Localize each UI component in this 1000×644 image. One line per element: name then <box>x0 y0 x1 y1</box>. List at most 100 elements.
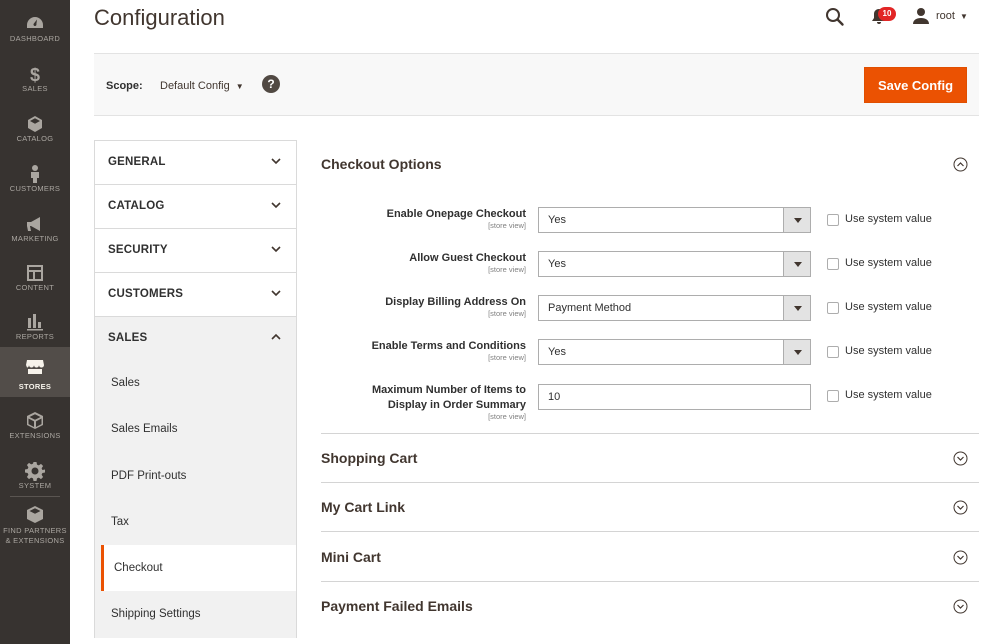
save-config-button[interactable]: Save Config <box>864 67 967 103</box>
chevron-down-icon <box>271 290 281 297</box>
scope-bar: Scope: Default Config ▼ ? Save Config <box>94 53 979 116</box>
subtab-tax[interactable]: Tax <box>95 499 296 545</box>
section-my-cart-link[interactable]: My Cart Link <box>321 499 405 515</box>
section-shopping-cart[interactable]: Shopping Cart <box>321 450 417 466</box>
section-mini-cart[interactable]: Mini Cart <box>321 549 381 565</box>
field-label: Allow Guest Checkout <box>409 252 526 264</box>
tab-sales[interactable]: SALES <box>94 316 297 360</box>
section-payment-failed-emails[interactable]: Payment Failed Emails <box>321 598 473 614</box>
bar-chart-icon <box>0 306 70 332</box>
section-divider <box>321 531 979 532</box>
menu-label-line2: & EXTENSIONS <box>5 536 65 545</box>
user-name: root <box>936 10 955 22</box>
subtab-pdf-print-outs[interactable]: PDF Print-outs <box>95 453 296 499</box>
menu-item-sales[interactable]: $ SALES <box>0 58 70 108</box>
menu-item-extensions[interactable]: EXTENSIONS <box>0 405 70 455</box>
menu-item-system[interactable]: SYSTEM <box>0 455 70 505</box>
select-value: Payment Method <box>548 302 632 314</box>
admin-menu: DASHBOARD $ SALES CATALOG CUSTOMERS MARK… <box>0 0 70 644</box>
tab-label: GENERAL <box>108 156 166 168</box>
menu-item-customers[interactable]: CUSTOMERS <box>0 158 70 208</box>
field-label: Display Billing Address On <box>385 296 526 308</box>
menu-label: MARKETING <box>11 234 59 243</box>
use-system-value-label[interactable]: Use system value <box>845 257 932 269</box>
menu-label: CUSTOMERS <box>9 184 61 193</box>
subtab-sales-emails[interactable]: Sales Emails <box>95 406 296 452</box>
allow-guest-checkout-select[interactable]: Yes <box>538 251 811 277</box>
menu-item-catalog[interactable]: CATALOG <box>0 108 70 158</box>
dollar-icon: $ <box>0 58 70 85</box>
tab-customers[interactable]: CUSTOMERS <box>94 272 297 316</box>
caret-down-icon: ▼ <box>235 82 244 91</box>
gear-icon <box>0 455 70 481</box>
scope-switcher[interactable]: Default Config ▼ <box>160 80 244 92</box>
subtab-shipping-settings[interactable]: Shipping Settings <box>95 591 296 637</box>
section-checkout-options[interactable]: Checkout Options <box>321 156 442 172</box>
expand-circle-icon[interactable] <box>953 599 968 614</box>
collapse-circle-icon[interactable] <box>953 157 968 172</box>
field-scope: [store view] <box>488 412 526 421</box>
section-divider <box>321 581 979 582</box>
max-items-input[interactable]: 10 <box>538 384 811 410</box>
menu-item-marketing[interactable]: MARKETING <box>0 208 70 258</box>
menu-label: DASHBOARD <box>9 34 61 43</box>
expand-circle-icon[interactable] <box>953 500 968 515</box>
use-system-value-label[interactable]: Use system value <box>845 213 932 225</box>
expand-circle-icon[interactable] <box>953 550 968 565</box>
subtab-sales[interactable]: Sales <box>95 360 296 406</box>
dropdown-arrow-icon <box>783 340 810 364</box>
section-divider <box>321 482 979 483</box>
menu-label: STORES <box>18 382 52 391</box>
layout-icon <box>0 257 70 283</box>
chevron-down-icon <box>271 246 281 253</box>
use-system-value-label[interactable]: Use system value <box>845 389 932 401</box>
tab-general[interactable]: GENERAL <box>94 140 297 184</box>
enable-onepage-checkout-select[interactable]: Yes <box>538 207 811 233</box>
cube-icon <box>0 108 70 134</box>
chevron-down-icon <box>271 202 281 209</box>
select-value: Yes <box>548 346 566 358</box>
use-system-value-label[interactable]: Use system value <box>845 345 932 357</box>
notifications-badge: 10 <box>878 7 896 21</box>
section-divider <box>321 433 979 434</box>
field-label-line2: Display in Order Summary <box>387 399 526 411</box>
use-system-value-checkbox[interactable] <box>827 390 839 402</box>
field-scope: [store view] <box>488 265 526 274</box>
use-system-value-checkbox[interactable] <box>827 346 839 358</box>
use-system-value-checkbox[interactable] <box>827 302 839 314</box>
field-label: Enable Onepage Checkout <box>386 208 526 220</box>
menu-item-find-partners[interactable]: FIND PARTNERS & EXTENSIONS <box>0 505 70 550</box>
menu-item-dashboard[interactable]: DASHBOARD <box>0 8 70 58</box>
svg-text:$: $ <box>30 65 40 84</box>
use-system-value-checkbox[interactable] <box>827 214 839 226</box>
field-scope: [store view] <box>488 221 526 230</box>
enable-terms-select[interactable]: Yes <box>538 339 811 365</box>
select-value: Yes <box>548 214 566 226</box>
menu-label: SYSTEM <box>18 481 52 490</box>
subtab-checkout[interactable]: Checkout <box>101 545 296 592</box>
use-system-value-checkbox[interactable] <box>827 258 839 270</box>
menu-label-line1: FIND PARTNERS <box>3 526 67 535</box>
tab-catalog[interactable]: CATALOG <box>94 184 297 228</box>
dropdown-arrow-icon <box>783 252 810 276</box>
tab-label: CUSTOMERS <box>108 288 184 300</box>
help-icon[interactable]: ? <box>262 75 280 93</box>
menu-item-stores[interactable]: STORES <box>0 347 70 397</box>
display-billing-address-select[interactable]: Payment Method <box>538 295 811 321</box>
tab-security[interactable]: SECURITY <box>94 228 297 272</box>
menu-item-content[interactable]: CONTENT <box>0 257 70 307</box>
field-label-line1: Maximum Number of Items to <box>371 384 526 396</box>
user-menu[interactable]: root ▼ <box>912 6 968 26</box>
chevron-down-icon <box>271 158 281 165</box>
storefront-icon <box>0 356 70 382</box>
search-button[interactable] <box>824 6 846 28</box>
chevron-up-icon <box>271 333 281 340</box>
use-system-value-label[interactable]: Use system value <box>845 301 932 313</box>
search-icon <box>826 8 844 26</box>
field-scope: [store view] <box>488 309 526 318</box>
field-label: Enable Terms and Conditions <box>371 340 526 352</box>
dashboard-icon <box>0 8 70 34</box>
boxes-icon <box>0 405 70 431</box>
tab-label: CATALOG <box>108 200 165 212</box>
expand-circle-icon[interactable] <box>953 451 968 466</box>
